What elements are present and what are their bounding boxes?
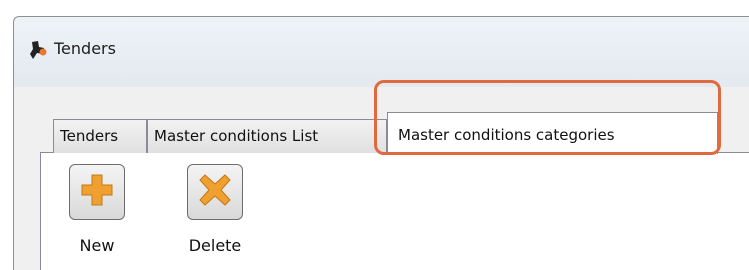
tab-content-panel bbox=[40, 153, 749, 270]
delete-button-frame bbox=[187, 164, 243, 220]
x-icon bbox=[197, 172, 233, 212]
delete-button[interactable]: Delete bbox=[186, 164, 244, 264]
title-bar: Tenders bbox=[14, 17, 749, 87]
plus-icon bbox=[79, 172, 115, 212]
new-button-label: New bbox=[79, 236, 115, 255]
new-button-frame bbox=[69, 164, 125, 220]
new-button[interactable]: New bbox=[68, 164, 126, 264]
tenders-app-icon bbox=[29, 40, 47, 60]
delete-button-label: Delete bbox=[188, 236, 242, 255]
window-title: Tenders bbox=[54, 39, 116, 58]
callout-highlight-box bbox=[374, 80, 721, 155]
tab-master-conditions-list[interactable]: Master conditions List bbox=[147, 119, 387, 153]
tab-tenders[interactable]: Tenders bbox=[53, 119, 147, 153]
